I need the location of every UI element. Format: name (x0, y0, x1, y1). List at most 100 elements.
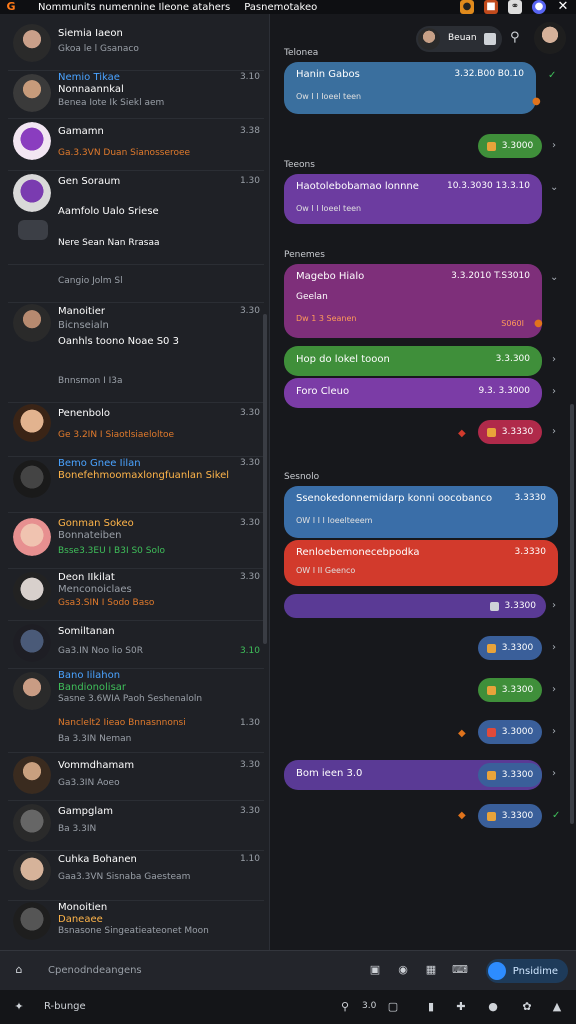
forward-icon[interactable]: › (552, 768, 556, 779)
section-label: Telonea (284, 48, 319, 58)
image-icon[interactable]: ■ (484, 0, 498, 14)
message-sub: Dw 1 3 Seanen (296, 314, 357, 323)
conversation-subname: Bandionolisar (58, 682, 127, 693)
reply-pill[interactable]: 3.3330 (478, 420, 542, 444)
shield-icon[interactable]: ▲ (550, 1000, 564, 1014)
conversation-preview: Gaa3.3VN Sisnaba Gaesteam (58, 872, 191, 882)
message-text: Ssenokedonnemidarp konni oocobanco (296, 493, 493, 504)
list-scrollbar[interactable] (263, 314, 267, 644)
conversation-item[interactable]: Gamamn Ga.3.3VN Duan Sianosseroee 3.38 (0, 120, 266, 170)
bell-icon[interactable]: ● (460, 0, 474, 14)
message-meta: 3.3330 (514, 547, 547, 557)
reply-pill[interactable]: 3.3300 (478, 636, 542, 660)
conversation-item[interactable]: Nemio Tikae Nonnaannkal Benea Iote Ik Si… (0, 72, 266, 120)
message-bubble[interactable]: Haotolebobamao lonnne 10.3.3030 13.3.10 … (284, 174, 542, 224)
conversation-item[interactable]: Cangio Jolm Sl (0, 266, 266, 302)
conversation-item[interactable]: Manoitier Bicnseialn Oanhls toono Noae S… (0, 304, 266, 402)
conversation-name: Deon IIkilat (58, 572, 115, 583)
bookmark-icon[interactable]: ▮ (424, 1000, 438, 1014)
message-bubble[interactable]: Ssenokedonnemidarp konni oocobanco 3.333… (284, 486, 558, 538)
forward-icon[interactable]: › (552, 386, 556, 397)
chevron-down-icon[interactable]: ⌄ (550, 182, 558, 193)
conversation-preview: Bsnasone Singeatieateonet Moon (58, 926, 209, 936)
discord-icon[interactable]: ● (532, 0, 546, 14)
conversation-item[interactable]: Vommdhamam Ga3.3IN Aoeo 3.30 (0, 754, 266, 800)
message-bubble[interactable]: Foro Cleuo 9.3. 3.3000 (284, 378, 542, 408)
forward-icon[interactable]: › (552, 600, 556, 611)
avatar (13, 24, 51, 62)
avatar[interactable] (534, 22, 566, 54)
bottom-bar: ✦ R-bunge ⚲ 3.0 ▢ ▮ ✚ ● ✿ ▲ (0, 990, 576, 1024)
avatar (13, 304, 51, 342)
pill-value: 3.3300 (501, 643, 534, 653)
message-bubble[interactable]: Hop do lokel tooon 3.3.300 (284, 346, 542, 376)
link-icon[interactable]: ⚭ (508, 0, 522, 14)
check-icon: ✓ (552, 810, 561, 821)
conversation-subname: Nonnaannkal (58, 84, 124, 95)
conversation-item[interactable]: Gampglam Ba 3.3IN 3.30 (0, 802, 266, 850)
network-icon[interactable]: ✦ (12, 1000, 26, 1014)
conversation-name: Gen Soraum (58, 176, 121, 187)
message-chip: S060I (501, 319, 524, 328)
message-bubble[interactable]: Magebo Hialo 3.3.2010 T.S3010 Geelan Dw … (284, 264, 542, 338)
pin-icon[interactable]: ✚ (454, 1000, 468, 1014)
chat-scrollbar[interactable] (570, 404, 574, 824)
conversation-item[interactable]: Somiltanan Ga3.IN Noo lio S0R 3.10 (0, 622, 266, 668)
forward-icon[interactable]: › (552, 642, 556, 653)
pill-icon (486, 811, 496, 821)
reply-pill[interactable]: 3.3300 (478, 804, 542, 828)
avatar (13, 672, 51, 710)
forward-icon[interactable]: › (552, 684, 556, 695)
forward-icon[interactable]: › (552, 726, 556, 737)
forward-icon[interactable]: › (552, 140, 556, 151)
conversation-item[interactable]: Bemo Gnee Iilan Bonefehmoomaxlongfuanlan… (0, 458, 266, 512)
message-sub: Ow I I Ioeel teen (296, 204, 362, 213)
bird-icon[interactable]: ✿ (520, 1000, 534, 1014)
reply-pill[interactable]: 3.3300 (284, 594, 546, 618)
forward-icon[interactable]: › (552, 426, 556, 437)
conversation-item[interactable]: Penenbolo Ge 3.2IN I Siaotlsiaeloltoe 3.… (0, 404, 266, 456)
avatar (13, 756, 51, 794)
forward-icon[interactable]: › (552, 354, 556, 365)
conversation-item[interactable]: Monoitien Daneaee Bsnasone Singeatieateo… (0, 902, 266, 950)
close-icon[interactable]: ✕ (556, 0, 570, 14)
bottom-value: 3.0 (362, 1001, 377, 1011)
conversation-time: 1.30 (239, 718, 260, 728)
send-button[interactable]: Pnsidime (486, 959, 568, 983)
message-meta: 9.3. 3.3000 (478, 386, 530, 396)
reply-pill[interactable]: 3.3300 (478, 763, 542, 787)
conversation-item[interactable]: Deon IIkilat Menconoiclaes Gsa3.SIN I So… (0, 570, 266, 620)
reply-pill[interactable]: 3.3000 (478, 134, 542, 158)
conversation-time: 3.30 (239, 806, 260, 816)
message-bubble[interactable]: Renloebemonecebpodka 3.3330 OW I II Geen… (284, 540, 558, 586)
message-meta: 3.32.B00 B0.10 (454, 69, 524, 79)
message-input[interactable]: Cpenodndeangens (40, 959, 360, 983)
search-icon[interactable]: ⚲ (510, 30, 520, 45)
title-bar: G Nommunits numennine Ileone atahers Pas… (0, 0, 576, 14)
conversation-item[interactable]: Siemia Iaeon Gkoa le l Gsanaco (0, 22, 266, 70)
image-icon[interactable]: ▣ (368, 963, 382, 977)
reply-pill[interactable]: 3.3000 (478, 720, 542, 744)
screen-icon[interactable]: ▢ (386, 1000, 400, 1014)
camera-icon[interactable]: ◉ (396, 963, 410, 977)
conversation-item[interactable]: Cuhka Bohanen Gaa3.3VN Sisnaba Gaesteam … (0, 852, 266, 900)
chat-user-chip[interactable]: Beuan (416, 26, 502, 52)
conversation-item[interactable]: Gen Soraum Aamfolo Ualo Sriese 1.30 Nere… (0, 172, 266, 262)
search-icon[interactable]: ⚲ (338, 1000, 352, 1014)
conversation-item[interactable]: Gonman Sokeo Bonnateiben Bsse3.3EU I B3I… (0, 514, 266, 568)
home-icon[interactable]: ⌂ (12, 963, 26, 977)
discord-icon[interactable]: ● (486, 1000, 500, 1014)
gallery-icon[interactable]: ▦ (424, 963, 438, 977)
conversation-preview: Bnnsmon I I3a (58, 376, 123, 386)
window-icon[interactable] (484, 33, 496, 45)
message-text: Renloebemonecebpodka (296, 547, 420, 558)
reaction-icon: ◆ (458, 728, 466, 739)
message-bubble[interactable]: Hanin Gabos 3.32.B00 B0.10 Ow I I Ioeel … (284, 62, 536, 114)
reply-pill[interactable]: 3.3300 (478, 678, 542, 702)
conversation-preview: Ge 3.2IN I Siaotlsiaeloltoe (58, 430, 175, 440)
chevron-down-icon[interactable]: ⌄ (550, 272, 558, 283)
pill-icon (486, 141, 496, 151)
keyboard-icon[interactable]: ⌨ (452, 963, 468, 977)
conversation-item[interactable]: Bano Iilahon Bandionolisar Sasne 3.6WIA … (0, 670, 266, 752)
conversation-name: Gampglam (58, 806, 113, 817)
